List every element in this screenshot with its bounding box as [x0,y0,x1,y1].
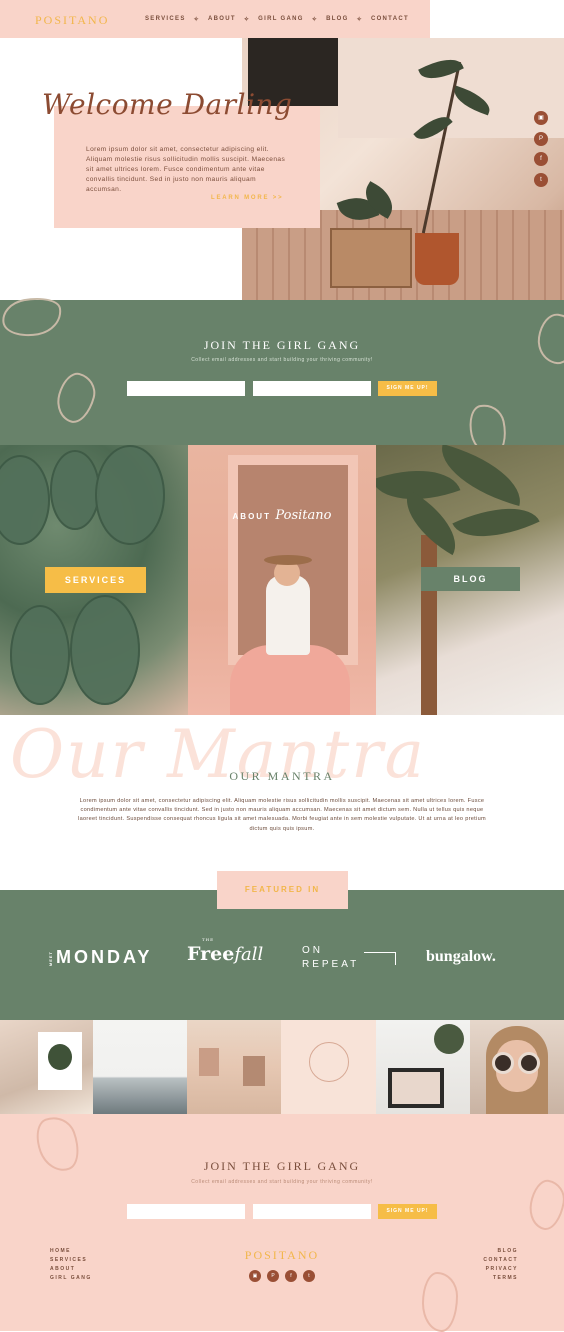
palm-frond [452,489,540,556]
meet-monday-prefix: MEET [48,950,53,966]
twitter-icon[interactable]: t [534,173,548,187]
free-fall-script: fall [234,944,264,965]
cactus-pad [0,455,50,545]
newsletter-title: JOIN THE GIRL GANG [203,338,361,352]
photo-sunglasses [518,1052,540,1074]
services-button[interactable]: SERVICES [45,567,146,593]
instagram-photo[interactable] [93,1020,187,1114]
instagram-photo[interactable] [376,1020,470,1114]
about-image-person [266,575,310,655]
footer-links-right: BLOG CONTACT PRIVACY TERMS [482,1247,518,1283]
about-label-script: Positano [275,508,332,523]
nav-link-services[interactable]: SERVICES [145,16,186,23]
pinterest-icon[interactable]: P [534,132,548,146]
footer-twitter-icon[interactable]: t [303,1270,315,1282]
site-logo[interactable]: POSITANO [35,13,109,28]
sign-up-button[interactable]: SIGN ME UP! [378,381,437,396]
footer-link-privacy[interactable]: PRIVACY [482,1265,518,1274]
newsletter-subtitle: Collect email addresses and start buildi… [191,357,373,363]
cactus-pad [10,605,70,705]
instagram-photo[interactable] [281,1020,376,1114]
on-repeat-top: ON [302,945,323,956]
photo-window [199,1048,219,1076]
photo-plant [48,1044,72,1070]
facebook-icon[interactable]: f [534,152,548,166]
instagram-icon[interactable]: ▣ [534,111,548,125]
instagram-photo[interactable] [187,1020,281,1114]
meet-monday-word: MONDAY [56,947,153,967]
welcome-title: Welcome Darling [42,88,293,121]
footer-link-contact[interactable]: CONTACT [482,1256,518,1265]
photo-laptop-screen [392,1072,440,1104]
nav-link-girl-gang[interactable]: GIRL GANG [258,16,304,23]
nav-links: SERVICES ✧ ABOUT ✧ GIRL GANG ✧ BLOG ✧ CO… [145,16,409,23]
nav-separator-icon: ✧ [193,17,200,23]
featured-in-label: FEATURED IN [217,871,348,909]
free-fall-word: Free [187,943,235,965]
footer-email-input[interactable] [253,1204,371,1219]
footer-sign-up-button[interactable]: SIGN ME UP! [378,1204,437,1219]
nav-separator-icon: ✧ [311,17,319,23]
footer-link-about[interactable]: ABOUT [50,1265,92,1274]
hero-image-pot [415,233,459,285]
footer-logo[interactable]: POSITANO [0,1248,564,1263]
instagram-photo[interactable] [0,1020,93,1114]
footer-pinterest-icon[interactable]: P [267,1270,279,1282]
on-repeat-bottom: REPEAT [302,959,360,970]
welcome-body: Lorem ipsum dolor sit amet, consectetur … [86,146,286,193]
nav-separator-icon: ✧ [356,17,363,23]
nav-link-contact[interactable]: CONTACT [371,16,409,23]
top-nav: POSITANO SERVICES ✧ ABOUT ✧ GIRL GANG ✧ … [0,0,430,38]
instagram-photo[interactable] [470,1020,564,1114]
mantra-title: OUR MANTRA [229,769,335,783]
cactus-pad [95,445,165,545]
photo-window [243,1056,265,1086]
learn-more-link[interactable]: LEARN MORE >> [211,195,283,201]
meet-monday-logo[interactable]: MEET MONDAY [48,947,152,968]
footer-facebook-icon[interactable]: f [285,1270,297,1282]
about-panel-image[interactable] [188,445,376,715]
nav-link-blog[interactable]: BLOG [326,16,349,23]
photo-plant [434,1024,464,1054]
footer-link-terms[interactable]: TERMS [482,1274,518,1283]
free-fall-prefix: THE [202,937,215,942]
free-fall-logo[interactable]: THE Freefall [187,937,264,965]
nav-separator-icon: ✧ [243,17,251,23]
about-label-caps: ABOUT [232,512,271,521]
palm-trunk [421,535,437,715]
about-positano-label[interactable]: ABOUT Positano [188,506,376,524]
footer-link-girl-gang[interactable]: GIRL GANG [50,1274,92,1283]
footer-newsletter-subtitle: Collect email addresses and start buildi… [191,1179,373,1185]
hero-image-crate [330,228,412,288]
on-repeat-logo[interactable]: ON REPEAT [302,944,396,972]
cactus-pad [70,595,140,705]
about-image-hat [264,555,312,565]
footer-instagram-icon[interactable]: ▣ [249,1270,261,1282]
cactus-pad [50,450,100,530]
mantra-body: Lorem ipsum dolor sit amet, consectetur … [78,798,486,832]
email-input[interactable] [253,381,371,396]
on-repeat-line [364,952,396,965]
footer-link-blog[interactable]: BLOG [482,1247,518,1256]
footer-newsletter-title: JOIN THE GIRL GANG [203,1159,361,1173]
footer [0,1114,564,1331]
nav-link-about[interactable]: ABOUT [208,16,236,23]
about-image-wall [230,645,350,715]
photo-sunglasses [492,1052,514,1074]
first-name-input[interactable] [127,381,245,396]
photo-badge [309,1042,349,1082]
blog-button[interactable]: BLOG [421,567,520,591]
bungalow-logo[interactable]: bungalow. [426,948,496,966]
footer-first-name-input[interactable] [127,1204,245,1219]
